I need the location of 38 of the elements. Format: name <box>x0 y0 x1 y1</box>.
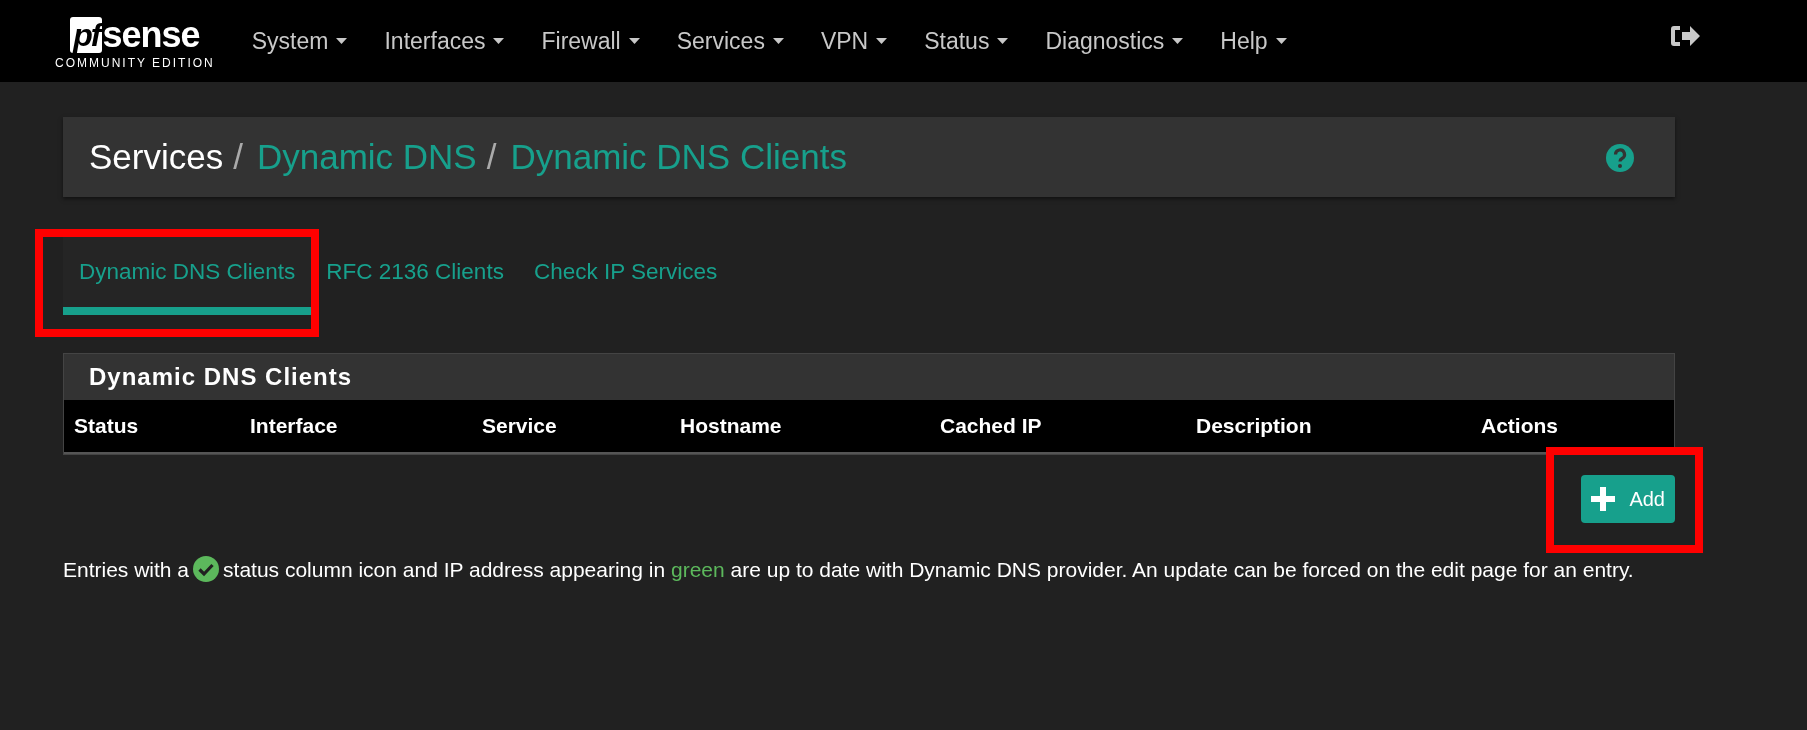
nav-menu-item[interactable]: VPN <box>820 27 888 55</box>
panel-title: Dynamic DNS Clients <box>88 362 354 392</box>
nav-menu-item[interactable]: Services <box>676 27 784 55</box>
caret-icon <box>1172 38 1184 44</box>
nav-menu-item[interactable]: Firewall <box>541 27 640 55</box>
column-header: Status <box>73 414 140 438</box>
tab[interactable]: Check IP Services <box>518 237 733 315</box>
caret-icon <box>997 38 1009 44</box>
logout-icon[interactable] <box>1670 24 1700 48</box>
tab[interactable]: RFC 2136 Clients <box>311 237 519 315</box>
column-header: Service <box>481 414 558 438</box>
caret-icon <box>1275 38 1287 44</box>
nav-menu-item[interactable]: Diagnostics <box>1045 27 1184 55</box>
nav-menu-item[interactable]: Status <box>924 27 1009 55</box>
breadcrumb-link[interactable]: Dynamic DNS <box>256 137 477 177</box>
pfsense-logo[interactable]: pfsense COMMUNITY EDITION <box>55 12 215 70</box>
nav-menu-item[interactable]: Interfaces <box>384 27 505 55</box>
caret-icon <box>493 38 505 44</box>
column-header: Interface <box>249 414 339 438</box>
column-header: Cached IP <box>939 414 1043 438</box>
caret-icon <box>876 38 888 44</box>
breadcrumb-separator: / <box>486 137 497 177</box>
column-header: Hostname <box>679 414 783 438</box>
nav-menu-item[interactable]: Help <box>1220 27 1287 55</box>
breadcrumb-text: Services <box>89 137 224 177</box>
tab[interactable]: Dynamic DNS Clients <box>63 237 312 315</box>
caret-icon <box>772 38 784 44</box>
caret-icon <box>628 38 640 44</box>
column-header: Description <box>1195 414 1313 438</box>
breadcrumb-link[interactable]: Dynamic DNS Clients <box>510 137 847 177</box>
breadcrumb-separator: / <box>233 137 243 177</box>
caret-icon <box>336 38 348 44</box>
help-text: Entries with a status column icon and IP address appearing in green are up to date with Dynamic DNS provider. An update can be forced on the edit page for an entry. <box>63 555 1635 584</box>
plus-icon <box>1591 487 1616 511</box>
nav-menu-item[interactable]: System <box>251 27 348 55</box>
help-icon[interactable] <box>1605 143 1635 173</box>
check-circle-icon <box>193 556 220 582</box>
column-header: Actions <box>1480 414 1559 438</box>
